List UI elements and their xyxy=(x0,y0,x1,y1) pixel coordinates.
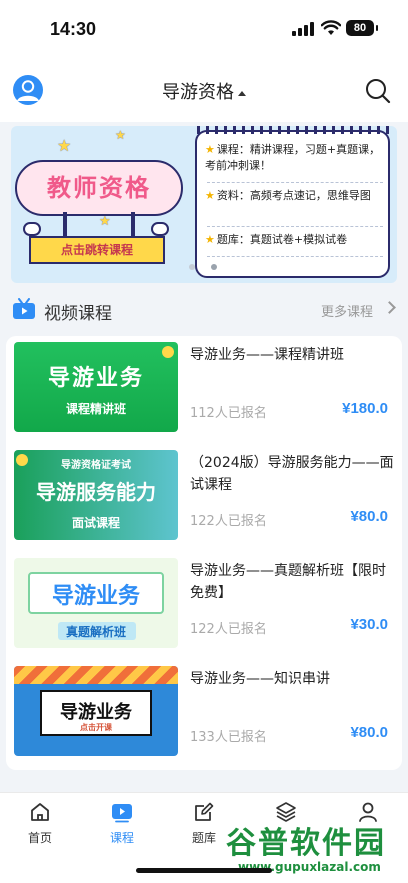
banner-feature-course: ★ 课程：精讲课程，习题+真题课，考前冲刺课！ xyxy=(205,142,387,174)
thumbnail-subtitle: 面试课程 xyxy=(71,516,120,530)
enrolled-count: 133人已报名 xyxy=(190,730,267,745)
enrolled-count: 112人已报名 xyxy=(190,406,267,421)
divider xyxy=(207,226,383,227)
thumbnail-subtitle: 课程精讲班 xyxy=(65,402,126,416)
course-title: 导游业务——课程精讲班 xyxy=(190,347,344,363)
divider xyxy=(207,182,383,183)
banner-cta-button[interactable]: 点击跳转课程 xyxy=(29,236,165,264)
star-icon: ★ xyxy=(115,128,126,142)
more-courses-link[interactable]: 更多课程 xyxy=(321,301,373,320)
thumbnail-title: 导游业务 xyxy=(51,584,140,609)
wifi-icon xyxy=(321,20,341,35)
banner-feature-text: 课程：精讲课程，习题+真题课，考前冲刺课！ xyxy=(205,143,381,172)
course-title: （2024版）导游服务能力——面试课程 xyxy=(190,455,394,493)
edit-icon xyxy=(195,802,214,821)
home-icon xyxy=(31,803,49,821)
thumbnail-subtitle: 真题解析班 xyxy=(65,625,126,639)
course-thumbnail[interactable]: 导游资格证考试 导游服务能力 面试课程 xyxy=(14,450,178,540)
enrolled-count: 122人已报名 xyxy=(190,622,267,637)
battery-level: 80 xyxy=(353,22,367,34)
carousel-dot[interactable] xyxy=(189,264,195,270)
tab-home[interactable]: 首页 xyxy=(10,801,70,846)
star-bullet-icon: ★ xyxy=(205,143,215,156)
star-icon: ★ xyxy=(57,136,72,155)
course-title: 导游业务——知识串讲 xyxy=(190,671,330,687)
status-time: 14:30 xyxy=(50,19,97,39)
banner-feature-material: ★ 资料：高频考点速记，思维导图 xyxy=(205,188,387,204)
course-item[interactable]: 导游资格证考试 导游服务能力 面试课程 （2024版）导游服务能力——面试课程 … xyxy=(6,444,402,548)
thumbnail-title: 导游业务 xyxy=(60,702,132,723)
page-title: 导游资格 xyxy=(162,82,234,103)
course-item[interactable]: 导游业务 课程精讲班 导游业务——课程精讲班 112人已报名 ¥180.0 xyxy=(6,336,402,440)
course-item[interactable]: 导游业务 点击开课 导游业务——知识串讲 133人已报名 ¥80.0 xyxy=(6,660,402,764)
hand-icon xyxy=(23,222,41,236)
course-price: ¥80.0 xyxy=(350,508,388,525)
section-header: 视频课程 更多课程 xyxy=(0,291,408,327)
sun-icon xyxy=(16,454,28,466)
battery-icon: 80 xyxy=(346,20,378,36)
course-list: 导游业务 课程精讲班 导游业务——课程精讲班 112人已报名 ¥180.0 导游… xyxy=(6,336,402,770)
course-thumbnail[interactable]: 导游业务 课程精讲班 xyxy=(14,342,178,432)
watermark-title: 谷普软件园 xyxy=(226,826,386,861)
carousel-dots xyxy=(189,264,229,272)
tab-courses[interactable]: 课程 xyxy=(92,801,152,846)
course-price: ¥80.0 xyxy=(350,724,388,741)
hand-icon xyxy=(151,222,169,236)
banner-headline: 教师资格 xyxy=(15,160,183,216)
signal-icon xyxy=(292,22,314,36)
tab-label: 课程 xyxy=(109,831,134,845)
banner-post xyxy=(131,212,135,238)
banner-feature-text: 题库：真题试卷+模拟试卷 xyxy=(216,233,348,246)
stripe-decor xyxy=(14,666,178,684)
search-icon[interactable] xyxy=(365,78,391,104)
tv-icon xyxy=(13,298,35,319)
star-bullet-icon: ★ xyxy=(205,189,215,202)
thumbnail-tagline: 导游资格证考试 xyxy=(61,460,131,471)
banner-feature-questions: ★ 题库：真题试卷+模拟试卷 xyxy=(205,232,387,248)
caret-up-icon xyxy=(238,90,246,96)
banner-feature-card: ★ 课程：精讲课程，习题+真题课，考前冲刺课！ ★ 资料：高频考点速记，思维导图 ★… xyxy=(195,126,392,278)
notebook-rings xyxy=(197,126,392,134)
exam-selector[interactable]: 导游资格 xyxy=(0,78,408,104)
course-thumbnail[interactable]: 导游业务 真题解析班 xyxy=(14,558,178,648)
banner-feature-text: 资料：高频考点速记，思维导图 xyxy=(216,189,371,202)
home-indicator[interactable] xyxy=(136,868,272,873)
promo-banner[interactable]: ★ ★ ★ 教师资格 点击跳转课程 ★ 课程：精讲课程，习题+真题课，考前冲刺课！… xyxy=(11,126,397,283)
chevron-right-icon[interactable] xyxy=(383,301,396,314)
course-item[interactable]: 导游业务 真题解析班 导游业务——真题解析班【限时免费】 122人已报名 ¥30… xyxy=(6,552,402,656)
status-bar: 14:30 80 xyxy=(0,0,408,58)
course-thumbnail[interactable]: 导游业务 点击开课 xyxy=(14,666,178,756)
course-price: ¥180.0 xyxy=(342,400,388,417)
section-title: 视频课程 xyxy=(44,304,112,324)
thumbnail-title: 导游服务能力 xyxy=(36,480,156,504)
play-icon xyxy=(112,804,132,823)
thumbnail-subtitle: 点击开课 xyxy=(80,723,112,732)
enrolled-count: 122人已报名 xyxy=(190,514,267,529)
app-header: 导游资格 xyxy=(0,58,408,122)
star-icon: ★ xyxy=(99,214,111,229)
sun-icon xyxy=(162,346,174,358)
thumbnail-title: 导游业务 xyxy=(47,366,144,391)
tab-label: 首页 xyxy=(27,831,52,845)
course-price: ¥30.0 xyxy=(350,616,388,633)
course-title: 导游业务——真题解析班【限时免费】 xyxy=(190,563,386,601)
star-bullet-icon: ★ xyxy=(205,233,215,246)
banner-post xyxy=(63,212,67,238)
carousel-dot[interactable] xyxy=(211,264,217,270)
divider xyxy=(207,256,383,257)
